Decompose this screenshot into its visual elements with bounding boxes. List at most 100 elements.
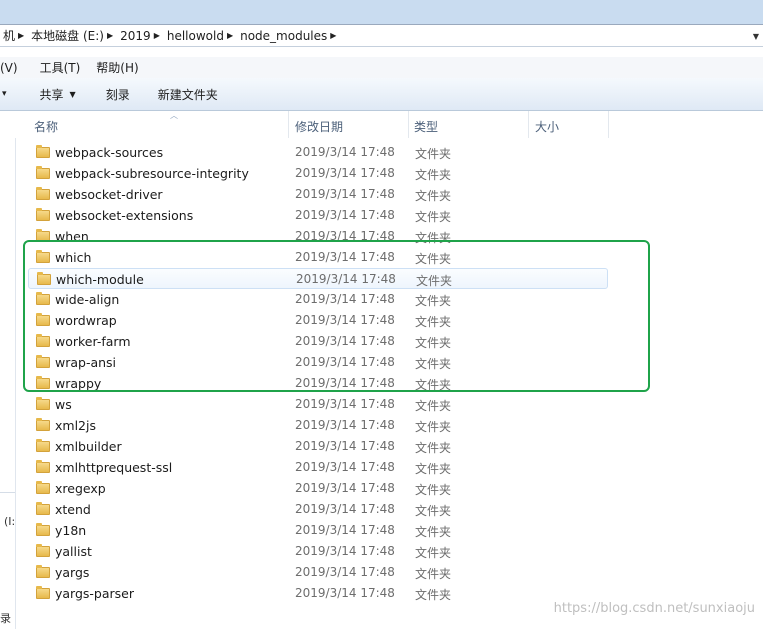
folder-icon xyxy=(36,376,50,389)
file-row[interactable]: yargs 2019/3/14 17:48 文件夹 xyxy=(28,562,608,583)
file-type: 文件夹 xyxy=(415,525,452,539)
folder-icon xyxy=(36,544,50,557)
file-type: 文件夹 xyxy=(415,378,452,392)
file-type: 文件夹 xyxy=(415,504,452,518)
file-type: 文件夹 xyxy=(415,399,452,413)
file-row[interactable]: websocket-extensions 2019/3/14 17:48 文件夹 xyxy=(28,205,608,226)
file-row[interactable]: wrappy 2019/3/14 17:48 文件夹 xyxy=(28,373,608,394)
file-date: 2019/3/14 17:48 xyxy=(295,481,395,495)
file-name: wide-align xyxy=(55,292,120,307)
file-type: 文件夹 xyxy=(415,189,452,203)
file-type: 文件夹 xyxy=(415,420,452,434)
file-date: 2019/3/14 17:48 xyxy=(295,460,395,474)
file-date: 2019/3/14 17:48 xyxy=(295,250,395,264)
file-type: 文件夹 xyxy=(415,462,452,476)
file-type: 文件夹 xyxy=(415,231,452,245)
folder-icon xyxy=(36,208,50,221)
folder-icon xyxy=(36,586,50,599)
file-name: which-module xyxy=(56,272,144,287)
file-date: 2019/3/14 17:48 xyxy=(295,418,395,432)
folder-icon xyxy=(36,313,50,326)
file-row[interactable]: ws 2019/3/14 17:48 文件夹 xyxy=(28,394,608,415)
file-name: xml2js xyxy=(55,418,96,433)
file-name: websocket-driver xyxy=(55,187,163,202)
file-date: 2019/3/14 17:48 xyxy=(296,272,396,286)
file-row[interactable]: xmlhttprequest-ssl 2019/3/14 17:48 文件夹 xyxy=(28,457,608,478)
folder-icon xyxy=(36,145,50,158)
file-row[interactable]: webpack-subresource-integrity 2019/3/14 1… xyxy=(28,163,608,184)
folder-icon xyxy=(37,272,51,285)
file-row[interactable]: yallist 2019/3/14 17:48 文件夹 xyxy=(28,541,608,562)
file-name: when xyxy=(55,229,89,244)
folder-icon xyxy=(36,229,50,242)
file-type: 文件夹 xyxy=(415,567,452,581)
file-date: 2019/3/14 17:48 xyxy=(295,397,395,411)
file-name: yallist xyxy=(55,544,92,559)
file-name: xmlbuilder xyxy=(55,439,122,454)
file-name: webpack-sources xyxy=(55,145,164,160)
file-name: wordwrap xyxy=(55,313,117,328)
file-type: 文件夹 xyxy=(416,274,453,288)
file-name: ws xyxy=(55,397,72,412)
file-date: 2019/3/14 17:48 xyxy=(295,502,395,516)
file-row[interactable]: wide-align 2019/3/14 17:48 文件夹 xyxy=(28,289,608,310)
file-type: 文件夹 xyxy=(415,315,452,329)
folder-icon xyxy=(36,502,50,515)
file-name: xmlhttprequest-ssl xyxy=(55,460,173,475)
file-row[interactable]: wordwrap 2019/3/14 17:48 文件夹 xyxy=(28,310,608,331)
file-type: 文件夹 xyxy=(415,168,452,182)
file-date: 2019/3/14 17:48 xyxy=(295,166,395,180)
folder-icon xyxy=(36,166,50,179)
folder-icon xyxy=(36,292,50,305)
file-row[interactable]: xml2js 2019/3/14 17:48 文件夹 xyxy=(28,415,608,436)
file-name: websocket-extensions xyxy=(55,208,194,223)
file-row[interactable]: xtend 2019/3/14 17:48 文件夹 xyxy=(28,499,608,520)
file-date: 2019/3/14 17:48 xyxy=(295,544,395,558)
file-date: 2019/3/14 17:48 xyxy=(295,313,395,327)
folder-icon xyxy=(36,187,50,200)
file-row[interactable]: worker-farm 2019/3/14 17:48 文件夹 xyxy=(28,331,608,352)
file-row[interactable]: which-module 2019/3/14 17:48 文件夹 xyxy=(28,268,608,289)
folder-icon xyxy=(36,397,50,410)
file-date: 2019/3/14 17:48 xyxy=(295,334,395,348)
file-type: 文件夹 xyxy=(415,336,452,350)
file-row[interactable]: wrap-ansi 2019/3/14 17:48 文件夹 xyxy=(28,352,608,373)
file-date: 2019/3/14 17:48 xyxy=(295,187,395,201)
file-date: 2019/3/14 17:48 xyxy=(295,565,395,579)
folder-icon xyxy=(36,523,50,536)
file-name: xtend xyxy=(55,502,91,517)
file-list: webpack-sources 2019/3/14 17:48 文件夹 webpack… xyxy=(0,0,763,629)
file-row[interactable]: xmlbuilder 2019/3/14 17:48 文件夹 xyxy=(28,436,608,457)
file-date: 2019/3/14 17:48 xyxy=(295,208,395,222)
file-date: 2019/3/14 17:48 xyxy=(295,439,395,453)
file-name: wrap-ansi xyxy=(55,355,117,370)
folder-icon xyxy=(36,334,50,347)
file-type: 文件夹 xyxy=(415,252,452,266)
file-name: worker-farm xyxy=(55,334,131,349)
file-name: yargs-parser xyxy=(55,586,135,601)
file-name: wrappy xyxy=(55,376,102,391)
file-name: which xyxy=(55,250,92,265)
file-type: 文件夹 xyxy=(415,588,452,602)
folder-icon xyxy=(36,460,50,473)
file-type: 文件夹 xyxy=(415,483,452,497)
file-type: 文件夹 xyxy=(415,357,452,371)
file-row[interactable]: xregexp 2019/3/14 17:48 文件夹 xyxy=(28,478,608,499)
folder-icon xyxy=(36,250,50,263)
file-date: 2019/3/14 17:48 xyxy=(295,586,395,600)
file-date: 2019/3/14 17:48 xyxy=(295,229,395,243)
folder-icon xyxy=(36,565,50,578)
file-name: webpack-subresource-integrity xyxy=(55,166,249,181)
file-type: 文件夹 xyxy=(415,294,452,308)
folder-icon xyxy=(36,355,50,368)
file-row[interactable]: y18n 2019/3/14 17:48 文件夹 xyxy=(28,520,608,541)
file-type: 文件夹 xyxy=(415,210,452,224)
file-row[interactable]: which 2019/3/14 17:48 文件夹 xyxy=(28,247,608,268)
file-name: y18n xyxy=(55,523,87,538)
file-row[interactable]: when 2019/3/14 17:48 文件夹 xyxy=(28,226,608,247)
file-row[interactable]: yargs-parser 2019/3/14 17:48 文件夹 xyxy=(28,583,608,604)
file-date: 2019/3/14 17:48 xyxy=(295,523,395,537)
file-row[interactable]: websocket-driver 2019/3/14 17:48 文件夹 xyxy=(28,184,608,205)
file-date: 2019/3/14 17:48 xyxy=(295,376,395,390)
file-row[interactable]: webpack-sources 2019/3/14 17:48 文件夹 xyxy=(28,142,608,163)
